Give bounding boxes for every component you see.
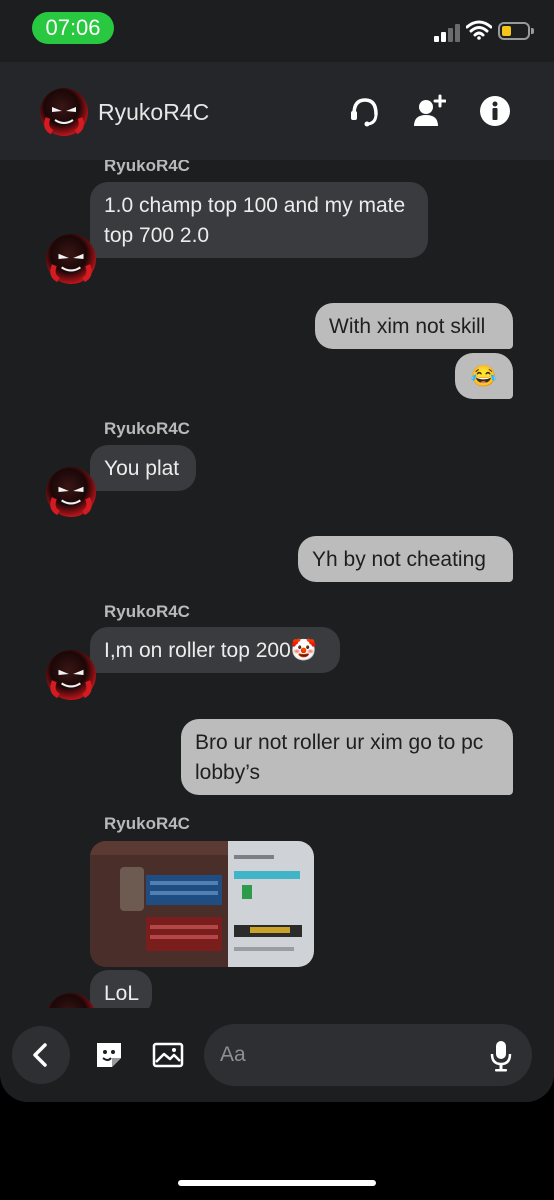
message-input[interactable]: Aa	[204, 1024, 532, 1086]
message-bubble-outgoing[interactable]: With xim not skill	[315, 303, 513, 349]
sender-avatar[interactable]	[46, 650, 96, 700]
contact-name[interactable]: RyukoR4C	[98, 99, 209, 126]
message-bubble-incoming[interactable]: I,m on roller top 200🤡	[90, 627, 340, 673]
composer-bar: Aa	[0, 1008, 554, 1102]
microphone-icon[interactable]	[490, 1040, 512, 1072]
sender-avatar[interactable]	[46, 993, 96, 1008]
headset-icon[interactable]	[348, 94, 382, 128]
sender-avatar[interactable]	[46, 467, 96, 517]
home-indicator[interactable]	[178, 1180, 376, 1186]
message-bubble-outgoing[interactable]: Yh by not cheating	[298, 536, 513, 582]
screenshot-attachment[interactable]	[90, 841, 314, 967]
message-bubble-incoming[interactable]: 1.0 champ top 100 and my mate top 700 2.…	[90, 182, 428, 258]
status-bar: 07:06	[0, 0, 554, 62]
message-bubble-outgoing[interactable]: Bro ur not roller ur xim go to pc lobby’…	[181, 719, 513, 795]
cellular-signal-icon	[434, 24, 460, 42]
message-list[interactable]: RyukoR4C 1.0 champ top 100 and my mate t…	[0, 160, 554, 1008]
sender-avatar[interactable]	[46, 234, 96, 284]
battery-icon	[498, 22, 534, 40]
message-bubble-outgoing[interactable]: 😂	[455, 353, 513, 399]
info-icon[interactable]	[478, 94, 512, 128]
sender-name: RyukoR4C	[104, 419, 190, 438]
sticker-icon[interactable]	[94, 1040, 124, 1070]
sender-name: RyukoR4C	[104, 814, 190, 833]
back-icon	[33, 1043, 47, 1067]
image-icon[interactable]	[152, 1042, 184, 1068]
messages-app: 07:06 RyukoR4C RyukoR4C 1.0 champ top 10…	[0, 0, 554, 1102]
message-bubble-incoming[interactable]: You plat	[90, 445, 196, 491]
contact-avatar[interactable]	[40, 88, 88, 136]
back-button[interactable]	[12, 1026, 70, 1084]
message-input-placeholder: Aa	[220, 1043, 246, 1066]
sender-name: RyukoR4C	[104, 160, 190, 175]
message-bubble-incoming[interactable]: LoL	[90, 970, 152, 1008]
add-friend-icon[interactable]	[412, 94, 446, 128]
wifi-icon	[466, 20, 492, 40]
sender-name: RyukoR4C	[104, 602, 190, 621]
chat-header: RyukoR4C	[0, 62, 554, 160]
status-time: 07:06	[32, 12, 114, 44]
